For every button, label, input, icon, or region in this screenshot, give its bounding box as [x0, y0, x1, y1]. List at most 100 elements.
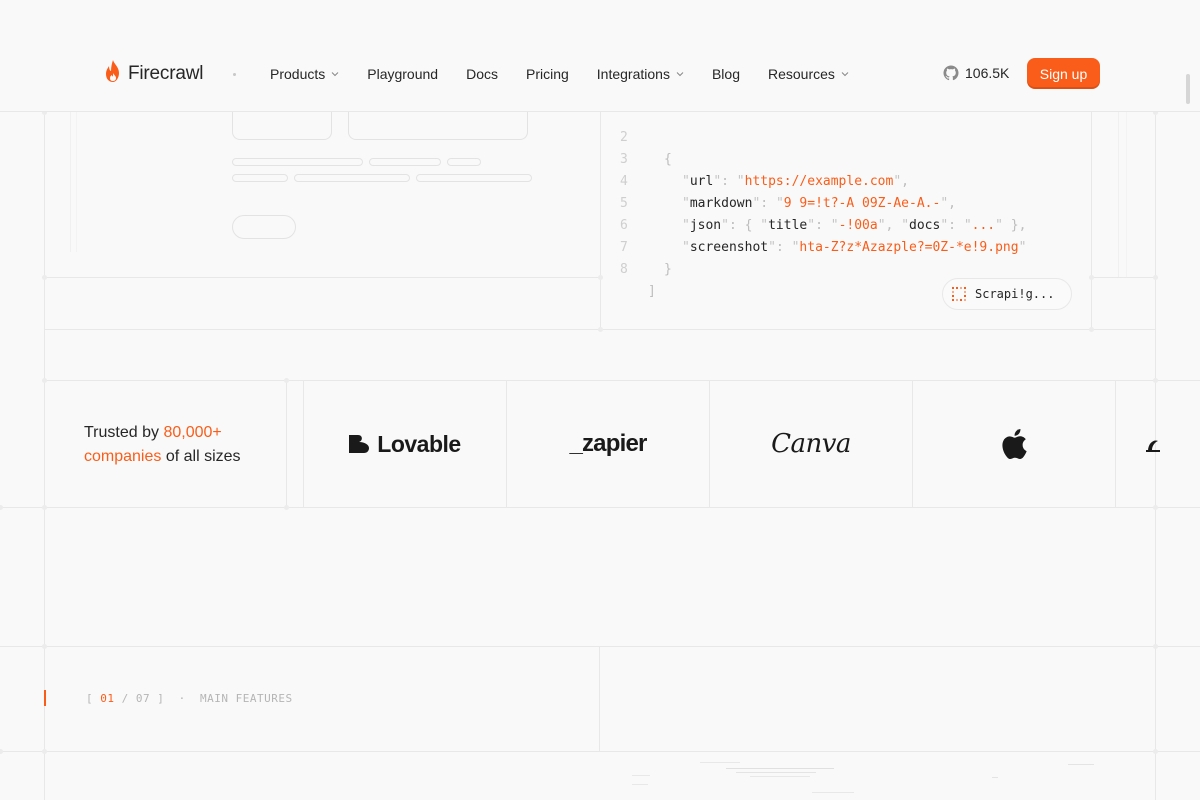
ascii-noise	[812, 792, 854, 793]
code-value: -!00a	[838, 218, 878, 233]
feature-current-index: 01	[100, 692, 115, 705]
ascii-noise	[992, 777, 998, 778]
code-line: 4 "markdown": "9 9=!t?-A 09Z-Ae-A.-",	[600, 149, 956, 211]
grid-dot	[42, 749, 47, 754]
separator-dot	[233, 73, 236, 76]
feature-total: 07	[135, 692, 151, 705]
features-section-label: [ 01 / 07 ] · MAIN FEATURES	[86, 692, 293, 705]
code-key: markdown	[689, 196, 753, 211]
grid-dot	[42, 505, 47, 510]
code-value: hta-Z?z*Azazple?=0Z-*e!9.png	[799, 240, 1019, 255]
apple-icon	[1002, 429, 1027, 459]
trusted-companies: companies	[84, 448, 162, 465]
zapier-wordmark: _zapier	[569, 430, 647, 457]
placeholder-bar	[294, 174, 410, 182]
logo-apple	[913, 381, 1115, 507]
ascii-noise	[726, 768, 834, 769]
logo-partial	[1146, 437, 1166, 453]
brand-name: Firecrawl	[128, 62, 204, 84]
nav-integrations[interactable]: Integrations	[597, 66, 684, 82]
nav-label: Resources	[767, 66, 835, 82]
firecrawl-logo[interactable]: Firecrawl	[104, 59, 203, 88]
slash: /	[121, 692, 129, 705]
nav-products[interactable]: Products	[270, 66, 339, 82]
flame-icon	[104, 59, 122, 88]
section-indicator	[44, 690, 46, 706]
nav-blog[interactable]: Blog	[712, 66, 740, 82]
ascii-noise	[700, 762, 740, 763]
nav-resources[interactable]: Resources	[768, 66, 849, 82]
logo-canva: Canva	[710, 381, 912, 507]
nav-label: Pricing	[525, 66, 569, 82]
nav-label: Products	[270, 66, 326, 82]
grid-line	[0, 751, 1200, 752]
ascii-noise	[750, 776, 810, 777]
placeholder-input	[232, 112, 332, 140]
line-number: 8	[620, 262, 628, 277]
trusted-by-text: Trusted by 80,000+ companies of all size…	[84, 421, 274, 469]
ascii-noise	[1068, 764, 1094, 765]
code-line: 2 {	[600, 105, 672, 167]
bracket-close: ]	[157, 692, 165, 705]
grid-line	[1155, 35, 1156, 800]
main-nav: Products Playground Docs Pricing Integra…	[270, 66, 877, 82]
canva-wordmark: Canva	[771, 429, 851, 459]
nav-pricing[interactable]: Pricing	[526, 66, 569, 82]
chevron-down-icon	[331, 72, 339, 77]
code-key: url	[689, 174, 714, 189]
logo-lovable: Lovable	[304, 381, 506, 507]
placeholder-bar	[232, 158, 363, 166]
grid-dot	[1153, 275, 1158, 280]
nav-docs[interactable]: Docs	[466, 66, 498, 82]
nav-label: Playground	[367, 66, 439, 82]
grid-line	[599, 646, 600, 751]
code-line: 5 "json": { "title": "-!00a", "docs": ".…	[600, 171, 1026, 233]
github-icon	[943, 65, 959, 81]
code-key: json	[689, 218, 722, 233]
grid-line	[1118, 112, 1119, 277]
github-star-count: 106.5K	[965, 65, 1010, 81]
dotted-grid-icon	[952, 287, 966, 301]
site-header: Firecrawl Products Playground Docs Prici…	[0, 35, 1200, 112]
separator-dot: ·	[178, 692, 186, 705]
ascii-noise	[736, 772, 816, 773]
logo-zapier: _zapier	[507, 381, 709, 507]
grid-line	[1115, 380, 1116, 507]
placeholder-bar	[447, 158, 481, 166]
code-value: ...	[971, 218, 996, 233]
grid-line	[44, 35, 45, 800]
trusted-suffix: of all sizes	[165, 448, 241, 465]
sign-up-button[interactable]: Sign up	[1027, 58, 1100, 89]
code-line: 7 }	[600, 215, 672, 277]
grid-dot	[1153, 644, 1158, 649]
grid-dot	[0, 749, 3, 754]
chevron-down-icon	[676, 72, 684, 77]
grid-dot	[1153, 505, 1158, 510]
lovable-wordmark: Lovable	[377, 430, 461, 457]
code-punct: {	[664, 152, 672, 167]
code-key: screenshot	[689, 240, 769, 255]
code-line: 8 ]	[600, 237, 656, 299]
grid-line	[0, 646, 1200, 647]
chevron-down-icon	[841, 72, 849, 77]
placeholder-button	[232, 215, 296, 239]
grid-line	[286, 380, 287, 507]
trusted-count: 80,000+	[163, 424, 222, 441]
grid-dot	[1153, 378, 1158, 383]
placeholder-bar	[416, 174, 532, 182]
grid-dot	[42, 644, 47, 649]
scrollbar-thumb[interactable]	[1186, 74, 1190, 104]
code-punct: }	[664, 262, 672, 277]
github-stars-link[interactable]: 106.5K	[943, 65, 1009, 81]
grid-line	[70, 112, 71, 252]
grid-dot	[42, 378, 47, 383]
scraping-status-pill: Scrapi!g...	[942, 278, 1072, 310]
placeholder-bar	[369, 158, 441, 166]
nav-playground[interactable]: Playground	[367, 66, 438, 82]
scraping-status-label: Scrapi!g...	[975, 287, 1055, 301]
grid-dot	[284, 378, 289, 383]
nav-label: Blog	[711, 66, 740, 82]
grid-dot	[284, 505, 289, 510]
ascii-noise	[632, 775, 650, 776]
grid-dot	[0, 505, 3, 510]
